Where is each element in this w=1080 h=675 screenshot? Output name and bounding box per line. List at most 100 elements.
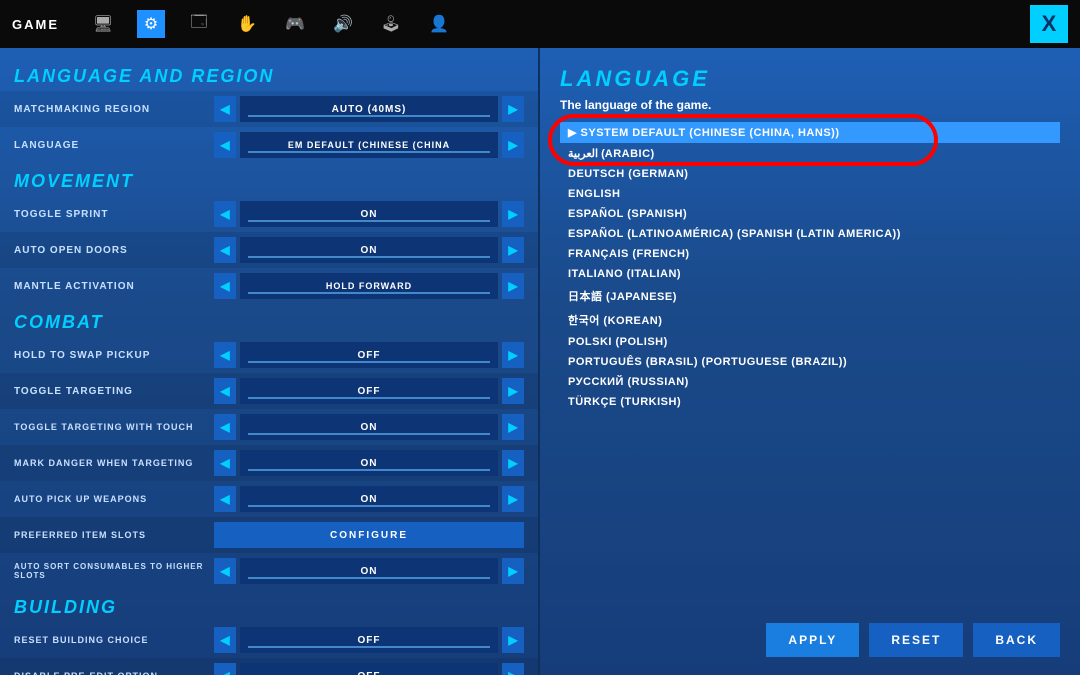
- close-button[interactable]: X: [1030, 5, 1068, 43]
- reset-building-label: Reset Building Choice: [14, 635, 214, 645]
- toggle-sprint-right[interactable]: ▶: [502, 201, 524, 227]
- toggle-sprint-control: ◀ ON ▶: [214, 201, 524, 227]
- toggle-targeting-touch-left[interactable]: ◀: [214, 414, 236, 440]
- configure-button[interactable]: CONFIGURE: [214, 522, 524, 548]
- game-title: GAME: [12, 17, 59, 32]
- section-combat: Combat: [0, 304, 538, 337]
- apply-button[interactable]: APPLY: [766, 623, 859, 657]
- mantle-activation-control: ◀ HOLD FORWARD ▶: [214, 273, 524, 299]
- setting-auto-pickup-weapons: Auto Pick Up Weapons ◀ ON ▶: [0, 481, 538, 517]
- setting-disable-pre-edit: Disable Pre-Edit Option ◀ OFF ▶: [0, 658, 538, 675]
- setting-auto-sort-consumables: Auto Sort Consumables to Higher Slots ◀ …: [0, 553, 538, 589]
- matchmaking-region-value: AUTO (40MS): [240, 96, 498, 122]
- language-value: EM DEFAULT (CHINESE (CHINA: [240, 132, 498, 158]
- setting-matchmaking-region: Matchmaking Region ◀ AUTO (40MS) ▶: [0, 91, 538, 127]
- disable-pre-edit-left[interactable]: ◀: [214, 663, 236, 675]
- setting-toggle-sprint: Toggle Sprint ◀ ON ▶: [0, 196, 538, 232]
- toggle-sprint-left[interactable]: ◀: [214, 201, 236, 227]
- toggle-sprint-label: Toggle Sprint: [14, 209, 214, 220]
- main-content: Language and Region Matchmaking Region ◀…: [0, 48, 1080, 675]
- preferred-item-slots-control: CONFIGURE: [214, 522, 524, 548]
- toggle-targeting-touch-right[interactable]: ▶: [502, 414, 524, 440]
- section-building: Building: [0, 589, 538, 622]
- auto-sort-consumables-left[interactable]: ◀: [214, 558, 236, 584]
- matchmaking-region-left[interactable]: ◀: [214, 96, 236, 122]
- mantle-activation-right[interactable]: ▶: [502, 273, 524, 299]
- auto-sort-consumables-right[interactable]: ▶: [502, 558, 524, 584]
- lang-item-korean[interactable]: 한국어 (KOREAN): [560, 308, 1060, 332]
- left-panel: Language and Region Matchmaking Region ◀…: [0, 48, 540, 675]
- toggle-targeting-label: Toggle Targeting: [14, 386, 214, 397]
- gear-icon[interactable]: ⚙: [137, 10, 165, 38]
- mark-danger-label: Mark Danger When Targeting: [14, 458, 214, 468]
- auto-open-doors-label: Auto Open Doors: [14, 245, 214, 256]
- lang-item-italian[interactable]: ITALIANO (ITALIAN): [560, 264, 1060, 284]
- toggle-targeting-right[interactable]: ▶: [502, 378, 524, 404]
- auto-pickup-weapons-right[interactable]: ▶: [502, 486, 524, 512]
- gamepad-icon[interactable]: 🕹: [377, 10, 405, 38]
- setting-auto-open-doors: Auto Open Doors ◀ ON ▶: [0, 232, 538, 268]
- display-icon[interactable]: 🗔: [185, 10, 213, 38]
- mark-danger-right[interactable]: ▶: [502, 450, 524, 476]
- lang-item-spanish-latam[interactable]: ESPAÑOL (LATINOAMÉRICA) (SPANISH (LATIN …: [560, 224, 1060, 244]
- language-left[interactable]: ◀: [214, 132, 236, 158]
- lang-item-japanese[interactable]: 日本語 (JAPANESE): [560, 284, 1060, 308]
- toggle-targeting-left[interactable]: ◀: [214, 378, 236, 404]
- toggle-targeting-value: OFF: [240, 378, 498, 404]
- hold-swap-pickup-right[interactable]: ▶: [502, 342, 524, 368]
- lang-item-portuguese[interactable]: PORTUGUÊS (BRASIL) (PORTUGUESE (BRAZIL)): [560, 352, 1060, 372]
- reset-building-left[interactable]: ◀: [214, 627, 236, 653]
- lang-item-system-default[interactable]: SYSTEM DEFAULT (CHINESE (CHINA, HANS)): [560, 122, 1060, 143]
- lang-item-english[interactable]: ENGLISH: [560, 184, 1060, 204]
- mark-danger-control: ◀ ON ▶: [214, 450, 524, 476]
- hold-swap-pickup-left[interactable]: ◀: [214, 342, 236, 368]
- reset-building-value: OFF: [240, 627, 498, 653]
- lang-item-turkish[interactable]: TÜRKÇE (TURKISH): [560, 392, 1060, 412]
- mark-danger-value: ON: [240, 450, 498, 476]
- preferred-item-slots-label: Preferred Item Slots: [14, 530, 214, 540]
- toggle-targeting-touch-label: Toggle Targeting with Touch: [14, 422, 214, 432]
- setting-reset-building: Reset Building Choice ◀ OFF ▶: [0, 622, 538, 658]
- back-button[interactable]: BACK: [973, 623, 1060, 657]
- auto-pickup-weapons-control: ◀ ON ▶: [214, 486, 524, 512]
- right-panel: LANGUAGE The language of the game. SYSTE…: [540, 48, 1080, 675]
- toggle-sprint-value: ON: [240, 201, 498, 227]
- language-right[interactable]: ▶: [502, 132, 524, 158]
- lang-item-french[interactable]: FRANÇAIS (FRENCH): [560, 244, 1060, 264]
- monitor-icon[interactable]: 🖥: [89, 10, 117, 38]
- reset-button[interactable]: RESET: [869, 623, 963, 657]
- controller-icon[interactable]: 🎮: [281, 10, 309, 38]
- hand-icon[interactable]: ✋: [233, 10, 261, 38]
- toggle-targeting-control: ◀ OFF ▶: [214, 378, 524, 404]
- disable-pre-edit-value: OFF: [240, 663, 498, 675]
- auto-open-doors-right[interactable]: ▶: [502, 237, 524, 263]
- toggle-targeting-touch-value: ON: [240, 414, 498, 440]
- hold-swap-pickup-label: Hold to Swap Pickup: [14, 350, 214, 361]
- section-language-region: Language and Region: [0, 58, 538, 91]
- matchmaking-region-right[interactable]: ▶: [502, 96, 524, 122]
- volume-icon[interactable]: 🔊: [329, 10, 357, 38]
- setting-preferred-item-slots: Preferred Item Slots CONFIGURE: [0, 517, 538, 553]
- mantle-activation-label: Mantle Activation: [14, 281, 214, 292]
- bottom-action-bar: APPLY RESET BACK: [560, 613, 1060, 657]
- lang-item-spanish[interactable]: ESPAÑOL (SPANISH): [560, 204, 1060, 224]
- lang-item-polish[interactable]: POLSKI (POLISH): [560, 332, 1060, 352]
- mantle-activation-left[interactable]: ◀: [214, 273, 236, 299]
- auto-pickup-weapons-left[interactable]: ◀: [214, 486, 236, 512]
- hold-swap-pickup-value: OFF: [240, 342, 498, 368]
- disable-pre-edit-label: Disable Pre-Edit Option: [14, 671, 214, 675]
- person-icon[interactable]: 👤: [425, 10, 453, 38]
- lang-item-arabic[interactable]: العربية (ARABIC): [560, 143, 1060, 164]
- disable-pre-edit-right[interactable]: ▶: [502, 663, 524, 675]
- disable-pre-edit-control: ◀ OFF ▶: [214, 663, 524, 675]
- auto-pickup-weapons-value: ON: [240, 486, 498, 512]
- matchmaking-region-control: ◀ AUTO (40MS) ▶: [214, 96, 524, 122]
- language-description: The language of the game.: [560, 98, 1060, 112]
- reset-building-right[interactable]: ▶: [502, 627, 524, 653]
- setting-mantle-activation: Mantle Activation ◀ HOLD FORWARD ▶: [0, 268, 538, 304]
- mark-danger-left[interactable]: ◀: [214, 450, 236, 476]
- auto-sort-consumables-control: ◀ ON ▶: [214, 558, 524, 584]
- lang-item-russian[interactable]: РУССКИЙ (RUSSIAN): [560, 372, 1060, 392]
- auto-open-doors-left[interactable]: ◀: [214, 237, 236, 263]
- lang-item-german[interactable]: DEUTSCH (GERMAN): [560, 164, 1060, 184]
